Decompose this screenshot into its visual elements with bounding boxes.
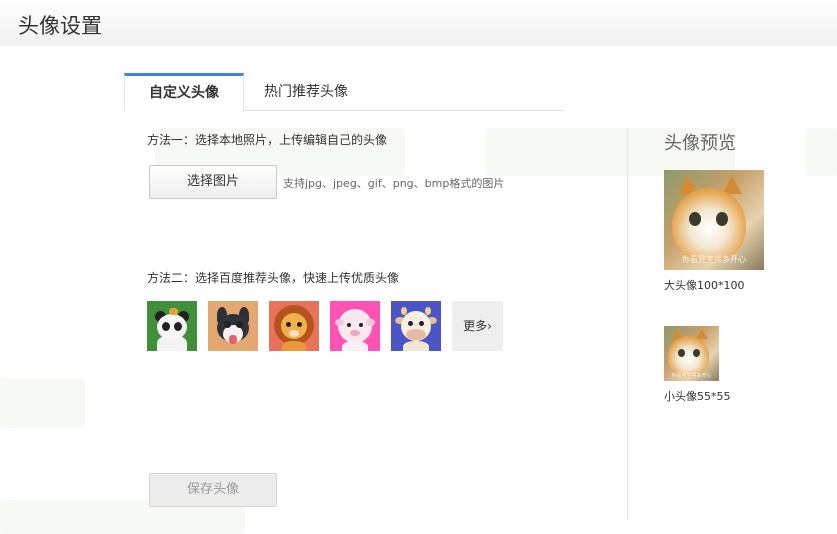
small-preview-image-caption: 你看我笑得多开心 bbox=[671, 373, 712, 379]
more-label: 更多 bbox=[463, 319, 488, 333]
large-avatar-caption: 大头像100*100 bbox=[664, 279, 745, 292]
sheep-avatar[interactable] bbox=[330, 301, 380, 351]
tab-custom-avatar[interactable]: 自定义头像 bbox=[124, 73, 244, 112]
husky-avatar[interactable] bbox=[208, 301, 258, 351]
method-two-label: 方法二：选择百度推荐头像，快速上传优质头像 bbox=[147, 271, 400, 285]
small-avatar-caption: 小头像55*55 bbox=[664, 390, 731, 403]
page-header: 头像设置 bbox=[0, 0, 837, 46]
format-hint: 支持jpg、jpeg、gif、png、bmp格式的图片 bbox=[283, 177, 505, 190]
small-avatar-preview: 你看我笑得多开心 bbox=[664, 326, 719, 381]
preview-title: 头像预览 bbox=[664, 133, 736, 154]
chevron-right-icon: › bbox=[487, 319, 492, 333]
more-avatars-button[interactable]: 更多› bbox=[452, 301, 503, 351]
lion-avatar[interactable] bbox=[269, 301, 319, 351]
preview-image-caption: 你看我笑得多开心 bbox=[682, 255, 746, 264]
vertical-divider bbox=[627, 128, 628, 520]
page-title: 头像设置 bbox=[18, 14, 102, 38]
cow-avatar[interactable] bbox=[391, 301, 441, 351]
panda-avatar[interactable] bbox=[147, 301, 197, 351]
tab-recommended-avatar[interactable]: 热门推荐头像 bbox=[248, 73, 364, 109]
choose-image-button[interactable]: 选择图片 bbox=[149, 165, 277, 199]
method-one-label: 方法一：选择本地照片，上传编辑自己的头像 bbox=[147, 133, 388, 147]
avatar-tabs: 自定义头像 热门推荐头像 bbox=[124, 73, 565, 112]
save-avatar-button[interactable]: 保存头像 bbox=[149, 473, 277, 507]
large-avatar-preview: 你看我笑得多开心 bbox=[664, 170, 764, 270]
